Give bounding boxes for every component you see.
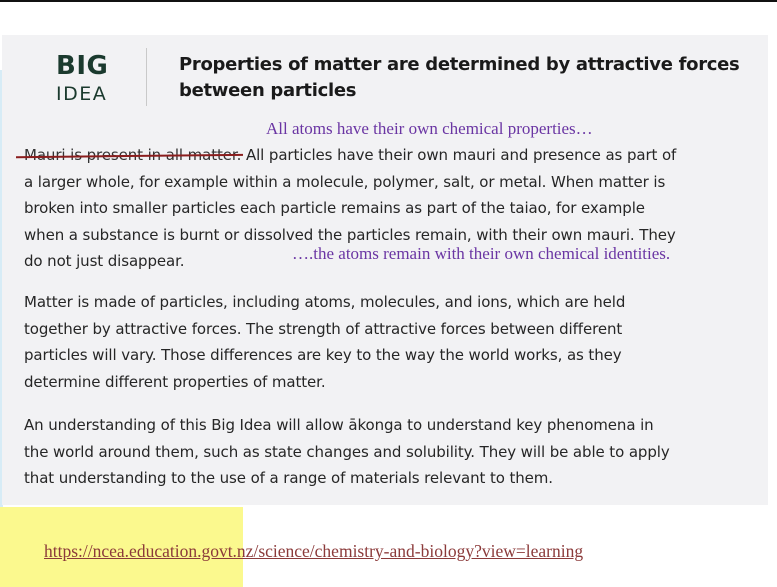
big-idea-heading: Properties of matter are determined by a…	[179, 52, 754, 104]
header-divider	[146, 48, 147, 106]
big-label: BIG	[56, 51, 109, 81]
paragraph-line: An understanding of this Big Idea will a…	[24, 416, 654, 434]
paragraph-line: the world around them, such as state cha…	[24, 442, 670, 461]
paragraph-line: Matter is made of particles, including a…	[24, 293, 626, 311]
big-idea-logo: BIG IDEA	[56, 52, 126, 106]
handwritten-annotation-top: All atoms have their own chemical proper…	[266, 119, 593, 138]
paragraph-particles: Matter is made of particles, including a…	[24, 289, 746, 395]
paragraph-line: a larger whole, for example within a mol…	[24, 172, 666, 191]
paragraph-line: determine different properties of matter…	[24, 372, 326, 391]
paragraph-line: together by attractive forces. The stren…	[24, 319, 623, 338]
top-border	[0, 0, 777, 2]
heading-line-2: between particles	[179, 80, 357, 101]
paragraph-line: broken into smaller particles each parti…	[24, 199, 645, 217]
handwritten-annotation-mid: ….the atoms remain with their own chemic…	[292, 244, 671, 263]
paragraph-line: particles will vary. Those differences a…	[24, 346, 622, 364]
idea-label: IDEA	[56, 83, 108, 105]
paragraph-text: All particles have their own mauri and p…	[241, 146, 677, 164]
source-url-link[interactable]: https://ncea.education.govt.nz/science/c…	[44, 541, 583, 562]
paragraph-line: Mauri is present in all matter. All part…	[15, 142, 746, 169]
struck-through-text: Mauri is present in all matter.	[15, 142, 244, 169]
paragraph-understanding: An understanding of this Big Idea will a…	[24, 412, 746, 492]
paragraph-line: that understanding to the use of a range…	[24, 469, 553, 487]
heading-line-1: Properties of matter are determined by a…	[179, 54, 740, 75]
